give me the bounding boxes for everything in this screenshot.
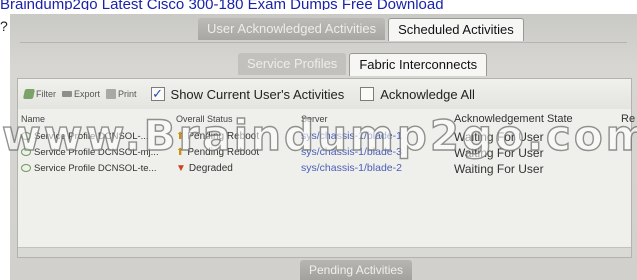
column-header-ack-state[interactable]: Acknowledgement State: [454, 113, 573, 125]
tab-scheduled-activities[interactable]: Scheduled Activities: [388, 18, 524, 41]
activity-tabs: User Acknowledged Activities Scheduled A…: [198, 18, 524, 41]
row-server[interactable]: sys/chassis-1/blade-2: [301, 162, 402, 174]
column-header-server[interactable]: Server: [301, 114, 328, 124]
service-profile-icon: [21, 132, 31, 141]
row-status: ⬆ Pending Reboot: [176, 131, 259, 142]
table-row[interactable]: Service Profile DCNSOL-... ⬆ Pending Rebo…: [18, 129, 631, 145]
top-banner: Braindump2go Latest Cisco 300-180 Exam D…: [0, 0, 637, 14]
degraded-icon: ▼: [176, 163, 186, 174]
tab-pending-activities[interactable]: Pending Activities: [300, 260, 413, 280]
pending-reboot-icon: ⬆: [176, 147, 185, 158]
horizontal-scrollbar[interactable]: [18, 247, 631, 257]
row-name: Service Profile DCNSOL-...: [21, 131, 149, 142]
column-header-extra[interactable]: Re: [621, 113, 635, 125]
row-ack-state: Waiting For User: [454, 130, 544, 144]
pending-activities-window: User Acknowledged Activities Scheduled A…: [10, 14, 637, 280]
column-header-status[interactable]: Overall Status: [176, 114, 233, 124]
checkbox-unchecked-icon: [360, 87, 375, 101]
export-label: Export: [74, 89, 101, 99]
top-link[interactable]: Braindump2go Latest Cisco 300-180 Exam D…: [0, 0, 444, 10]
filter-label: Filter: [36, 89, 56, 99]
row-status: ⬆ Pending Reboot: [176, 147, 259, 158]
row-name-text: Service Profile DCNSOL-mj...: [34, 147, 159, 158]
tab-user-acknowledged-activities[interactable]: User Acknowledged Activities: [198, 18, 386, 40]
show-current-label: Show Current User's Activities: [170, 86, 345, 102]
acknowledge-all-checkbox[interactable]: Acknowledge All: [360, 87, 475, 102]
row-ack-state: Waiting For User: [454, 146, 544, 160]
activities-panel: Filter Export Print ✓ Show Current User'…: [17, 78, 635, 258]
row-name: Service Profile DCNSOL-te...: [21, 163, 156, 174]
row-status-text: Pending Reboot: [187, 131, 260, 142]
question-mark: ?: [0, 18, 8, 34]
filter-button[interactable]: Filter: [22, 89, 56, 99]
filter-icon: [22, 89, 36, 99]
service-profile-icon: [21, 164, 31, 173]
table-row[interactable]: Service Profile DCNSOL-te... ▼ Degraded s…: [18, 161, 631, 177]
table-toolbar: Filter Export Print ✓ Show Current User'…: [18, 79, 631, 109]
table-header: Name Overall Status Server Acknowledgeme…: [18, 113, 635, 127]
print-label: Print: [118, 89, 137, 99]
row-status: ▼ Degraded: [176, 163, 233, 174]
table-row[interactable]: Service Profile DCNSOL-mj... ⬆ Pending Re…: [18, 145, 631, 161]
export-button[interactable]: Export: [62, 89, 100, 99]
object-tabs: Service Profiles Fabric Interconnects: [238, 53, 488, 76]
tab-divider: [20, 42, 627, 43]
export-icon: [62, 91, 72, 97]
print-icon: [106, 89, 117, 99]
row-name: Service Profile DCNSOL-mj...: [21, 147, 159, 158]
tab-service-profiles[interactable]: Service Profiles: [238, 53, 347, 75]
tab-fabric-interconnects[interactable]: Fabric Interconnects: [349, 53, 488, 76]
checkbox-checked-icon: ✓: [150, 86, 165, 101]
column-header-name[interactable]: Name: [21, 114, 45, 124]
service-profile-icon: [21, 148, 31, 157]
row-status-text: Pending Reboot: [187, 147, 260, 158]
row-status-text: Degraded: [188, 163, 233, 174]
acknowledge-all-label: Acknowledge All: [380, 86, 475, 102]
print-button[interactable]: Print: [106, 89, 137, 99]
row-name-text: Service Profile DCNSOL-te...: [34, 163, 157, 174]
row-name-text: Service Profile DCNSOL-...: [34, 131, 149, 142]
show-current-user-checkbox[interactable]: ✓ Show Current User's Activities: [150, 86, 345, 102]
row-ack-state: Waiting For User: [454, 162, 544, 176]
row-server[interactable]: sys/chassis-1/blade-1: [301, 130, 402, 142]
row-server[interactable]: sys/chassis-1/blade-3: [301, 146, 402, 158]
pending-reboot-icon: ⬆: [176, 131, 185, 142]
